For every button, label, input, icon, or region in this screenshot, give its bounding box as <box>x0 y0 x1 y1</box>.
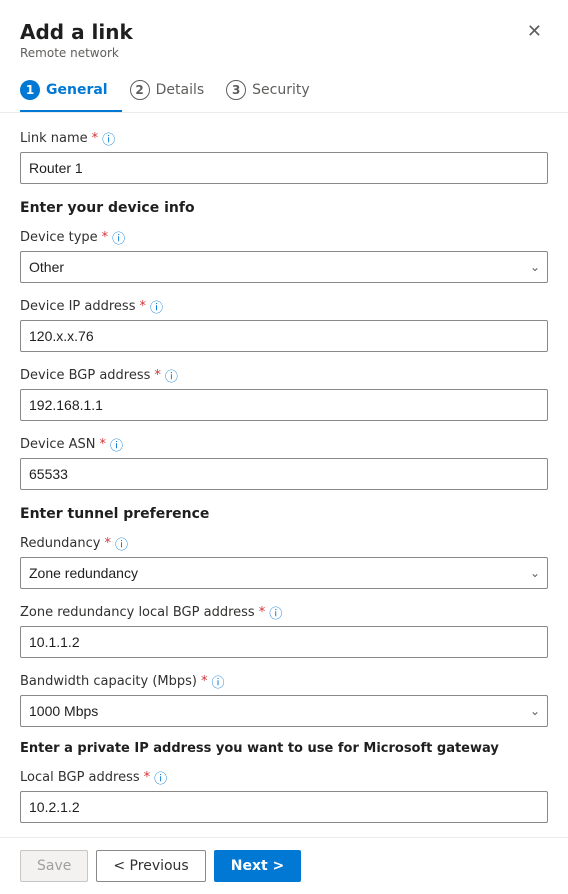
close-button[interactable]: ✕ <box>521 20 548 42</box>
device-bgp-input[interactable] <box>20 389 548 421</box>
device-ip-label: Device IP address * ⓘ <box>20 297 548 316</box>
link-name-info-icon[interactable]: ⓘ <box>102 129 115 148</box>
device-asn-info-icon[interactable]: ⓘ <box>110 435 123 454</box>
tab-general[interactable]: 1 General <box>20 70 122 112</box>
tab-details-badge: 2 <box>130 80 150 100</box>
zone-bgp-input[interactable] <box>20 626 548 658</box>
zone-bgp-info-icon[interactable]: ⓘ <box>269 603 282 622</box>
bandwidth-group: Bandwidth capacity (Mbps) * ⓘ 500 Mbps 1… <box>20 672 548 727</box>
required-star: * <box>92 131 99 146</box>
redundancy-select[interactable]: Zone redundancy No redundancy <box>20 557 548 589</box>
required-star-3: * <box>139 299 146 314</box>
local-bgp-info-icon[interactable]: ⓘ <box>154 768 167 787</box>
tabs-nav: 1 General 2 Details 3 Security <box>0 70 568 113</box>
device-asn-input[interactable] <box>20 458 548 490</box>
save-button[interactable]: Save <box>20 850 88 882</box>
tab-details[interactable]: 2 Details <box>130 70 219 112</box>
device-ip-input[interactable] <box>20 320 548 352</box>
redundancy-select-wrapper: Zone redundancy No redundancy ⌄ <box>20 557 548 589</box>
redundancy-label: Redundancy * ⓘ <box>20 534 548 553</box>
device-type-select-wrapper: Other Router Switch Firewall ⌄ <box>20 251 548 283</box>
device-asn-group: Device ASN * ⓘ <box>20 435 548 490</box>
zone-bgp-group: Zone redundancy local BGP address * ⓘ <box>20 603 548 658</box>
local-bgp-group: Local BGP address * ⓘ <box>20 768 548 823</box>
required-star-5: * <box>99 437 106 452</box>
bandwidth-info-icon[interactable]: ⓘ <box>212 672 225 691</box>
device-type-info-icon[interactable]: ⓘ <box>112 228 125 247</box>
link-name-label: Link name * ⓘ <box>20 129 548 148</box>
link-name-group: Link name * ⓘ <box>20 129 548 184</box>
required-star-4: * <box>154 368 161 383</box>
device-info-section-title: Enter your device info <box>20 200 548 216</box>
device-type-group: Device type * ⓘ Other Router Switch Fire… <box>20 228 548 283</box>
device-bgp-info-icon[interactable]: ⓘ <box>165 366 178 385</box>
device-type-label: Device type * ⓘ <box>20 228 548 247</box>
local-bgp-label: Local BGP address * ⓘ <box>20 768 548 787</box>
bandwidth-select-wrapper: 500 Mbps 1000 Mbps 2000 Mbps 5000 Mbps ⌄ <box>20 695 548 727</box>
previous-button[interactable]: < Previous <box>96 850 205 882</box>
next-button[interactable]: Next > <box>214 850 302 882</box>
device-ip-group: Device IP address * ⓘ <box>20 297 548 352</box>
link-name-input[interactable] <box>20 152 548 184</box>
required-star-9: * <box>144 770 151 785</box>
modal-header: Add a link Remote network ✕ <box>0 0 568 70</box>
tab-general-label: General <box>46 82 108 98</box>
tab-security[interactable]: 3 Security <box>226 70 324 112</box>
device-type-select[interactable]: Other Router Switch Firewall <box>20 251 548 283</box>
redundancy-info-icon[interactable]: ⓘ <box>115 534 128 553</box>
tab-general-badge: 1 <box>20 80 40 100</box>
required-star-7: * <box>259 605 266 620</box>
modal-title-block: Add a link Remote network <box>20 20 133 60</box>
required-star-8: * <box>201 674 208 689</box>
device-bgp-group: Device BGP address * ⓘ <box>20 366 548 421</box>
tunnel-pref-section-title: Enter tunnel preference <box>20 506 548 522</box>
modal-title: Add a link <box>20 20 133 44</box>
required-star-2: * <box>102 230 109 245</box>
device-ip-info-icon[interactable]: ⓘ <box>150 297 163 316</box>
required-star-6: * <box>104 536 111 551</box>
local-bgp-input[interactable] <box>20 791 548 823</box>
tab-security-label: Security <box>252 82 310 98</box>
zone-bgp-label: Zone redundancy local BGP address * ⓘ <box>20 603 548 622</box>
device-asn-label: Device ASN * ⓘ <box>20 435 548 454</box>
tab-security-badge: 3 <box>226 80 246 100</box>
modal-subtitle: Remote network <box>20 46 133 60</box>
add-link-modal: Add a link Remote network ✕ 1 General 2 … <box>0 0 568 894</box>
gateway-note: Enter a private IP address you want to u… <box>20 741 548 756</box>
redundancy-group: Redundancy * ⓘ Zone redundancy No redund… <box>20 534 548 589</box>
bandwidth-label: Bandwidth capacity (Mbps) * ⓘ <box>20 672 548 691</box>
modal-footer: Save < Previous Next > <box>0 837 568 894</box>
bandwidth-select[interactable]: 500 Mbps 1000 Mbps 2000 Mbps 5000 Mbps <box>20 695 548 727</box>
form-content: Link name * ⓘ Enter your device info Dev… <box>0 129 568 837</box>
device-bgp-label: Device BGP address * ⓘ <box>20 366 548 385</box>
tab-details-label: Details <box>156 82 205 98</box>
